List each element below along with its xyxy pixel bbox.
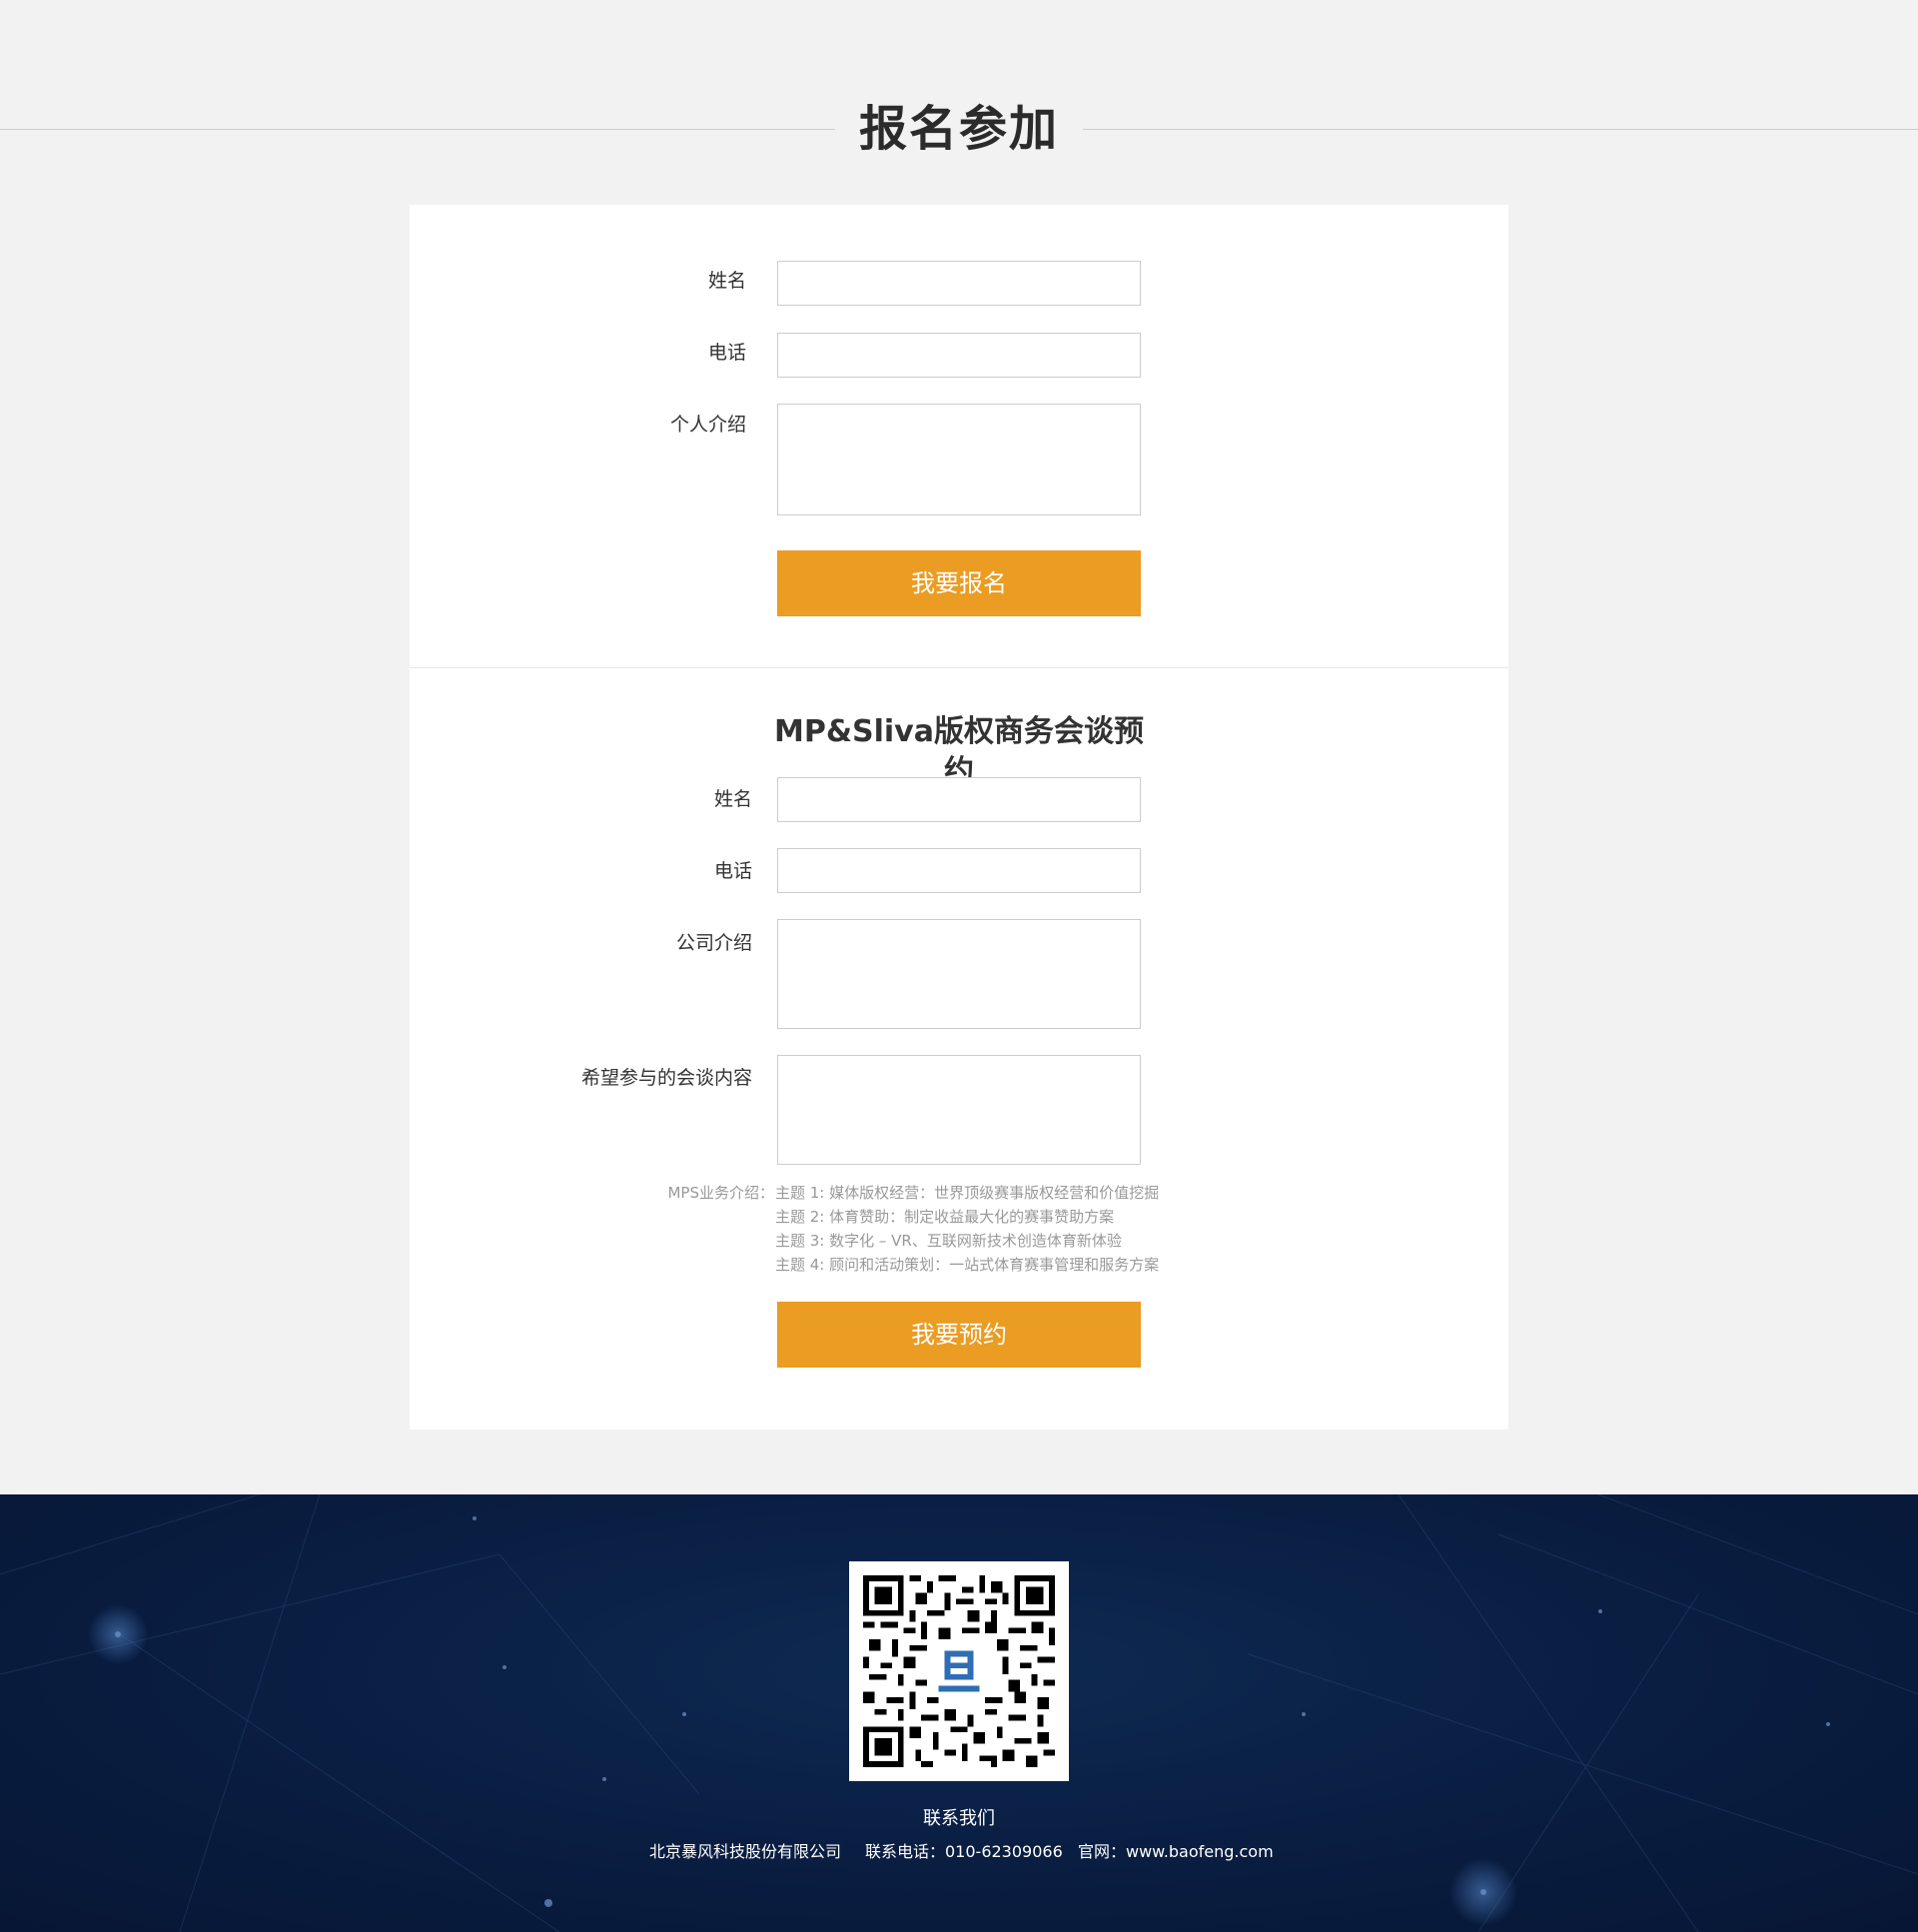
meeting-name-input[interactable]	[777, 777, 1141, 822]
footer-phone: 联系电话：010-62309066	[865, 1842, 1063, 1861]
signup-intro-textarea[interactable]	[777, 404, 1141, 515]
section-divider	[410, 667, 1508, 668]
mps-topic-4: 主题 4: 顾问和活动策划：一站式体育赛事管理和服务方案	[775, 1256, 1160, 1274]
signup-phone-input[interactable]	[777, 333, 1141, 378]
mps-intro-label: MPS业务介绍：	[667, 1184, 774, 1202]
signup-name-label: 姓名	[707, 270, 746, 292]
signup-submit-button[interactable]: 我要报名	[777, 550, 1141, 616]
signup-phone-label: 电话	[707, 342, 746, 364]
qr-code-icon	[863, 1575, 1055, 1767]
signup-name-input[interactable]	[777, 261, 1141, 306]
meeting-phone-label: 电话	[713, 860, 752, 882]
form-card: 姓名 电话 个人介绍 我要报名 MP&Sliva版权商务会谈预约 姓名 电话 公…	[410, 205, 1508, 1430]
mps-topic-1: 主题 1: 媒体版权经营：世界顶级赛事版权经营和价值挖掘	[775, 1184, 1160, 1202]
meeting-phone-input[interactable]	[777, 848, 1141, 893]
page-title: 报名参加	[858, 101, 1059, 157]
meeting-content-textarea[interactable]	[777, 1055, 1141, 1165]
header-rule-left	[0, 129, 835, 130]
meeting-submit-button[interactable]: 我要预约	[777, 1302, 1141, 1368]
contact-title: 联系我们	[923, 1808, 995, 1829]
meeting-company-label: 公司介绍	[675, 932, 752, 954]
footer-company: 北京暴风科技股份有限公司	[649, 1842, 842, 1861]
page-footer: 联系我们 北京暴风科技股份有限公司 联系电话：010-62309066 官网：w…	[0, 1494, 1918, 1932]
meeting-company-textarea[interactable]	[777, 919, 1141, 1029]
meeting-name-label: 姓名	[713, 788, 752, 810]
mps-topic-3: 主题 3: 数字化 – VR、互联网新技术创造体育新体验	[775, 1232, 1122, 1250]
mps-topic-2: 主题 2: 体育赞助：制定收益最大化的赛事赞助方案	[775, 1208, 1115, 1226]
meeting-content-label: 希望参与的会谈内容	[580, 1067, 752, 1089]
qr-code	[849, 1561, 1069, 1781]
signup-intro-label: 个人介绍	[669, 414, 746, 436]
page-header: 报名参加	[0, 0, 1918, 205]
footer-website-link[interactable]: 官网：www.baofeng.com	[1078, 1841, 1274, 1863]
header-rule-right	[1083, 129, 1918, 130]
